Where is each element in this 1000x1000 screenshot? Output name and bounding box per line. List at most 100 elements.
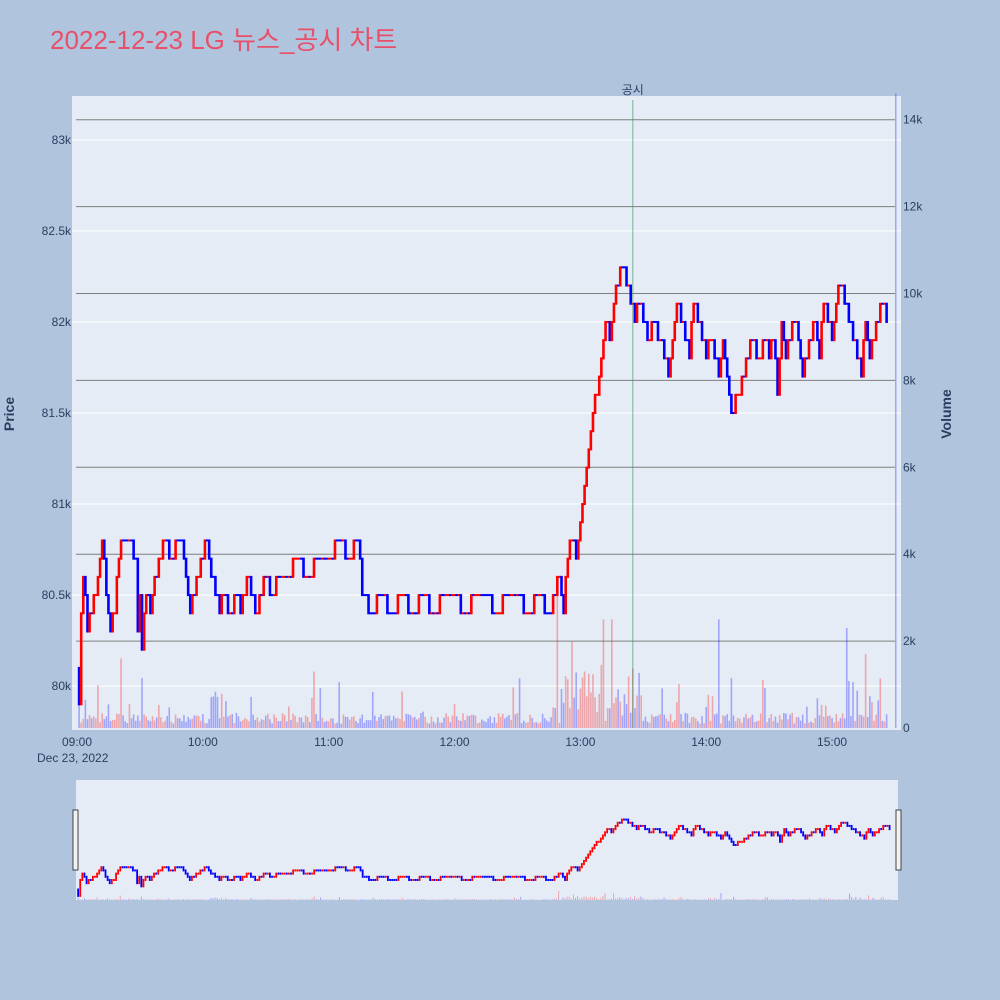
candle [600, 357, 603, 378]
volume-bar [701, 716, 703, 728]
volume-bar [722, 715, 724, 728]
slider-candle [831, 828, 834, 831]
slider-volume-bar [195, 899, 197, 900]
candle [646, 320, 649, 342]
y-tick-label: 82k [52, 315, 72, 329]
range-slider-left-handle[interactable] [72, 809, 79, 871]
slider-candle [587, 853, 590, 859]
candle [625, 266, 628, 287]
slider-candle [616, 821, 619, 827]
volume-bar [747, 718, 749, 728]
volume-bar [227, 716, 229, 728]
slider-candle [317, 869, 320, 872]
slider-volume-bar [231, 899, 233, 900]
slider-candle [561, 872, 564, 878]
slider-volume-bar [227, 899, 229, 900]
candle [102, 539, 106, 560]
slider-volume-bar [585, 896, 587, 900]
slider-volume-bar [621, 898, 623, 900]
slider-candle [420, 875, 423, 878]
volume-bar [669, 714, 672, 728]
candle [579, 521, 582, 542]
slider-volume-bar [490, 899, 492, 900]
slider-candle [629, 821, 632, 824]
candle [707, 339, 710, 360]
slider-candle [237, 875, 240, 878]
slider-volume-bar [735, 899, 737, 900]
slider-volume-bar [237, 899, 239, 900]
slider-volume-bar [92, 899, 94, 900]
slider-candle [776, 831, 779, 837]
slider-candle [416, 878, 419, 881]
slider-volume-bar [745, 899, 747, 900]
volume-bar [422, 711, 424, 728]
slider-candle [104, 869, 107, 878]
volume-bar [657, 715, 659, 728]
volume-bar [145, 716, 148, 728]
slider-volume-bar [454, 898, 456, 900]
volume-bar [680, 713, 682, 728]
y2-tick-label: 8k [903, 373, 917, 387]
candle [195, 575, 198, 597]
volume-bar [596, 711, 598, 728]
volume-bar [447, 716, 450, 728]
slider-candle [772, 831, 775, 837]
volume-bar [734, 721, 737, 728]
slider-volume-bar [579, 898, 581, 900]
slider-candle [121, 866, 124, 869]
volume-bar [860, 715, 863, 728]
slider-volume-bar [159, 899, 161, 900]
volume-bar [334, 723, 336, 728]
slider-candle [254, 875, 257, 881]
volume-bar [365, 720, 368, 728]
slider-candle [226, 875, 229, 881]
candle [769, 339, 773, 360]
volume-bar [468, 716, 471, 728]
volume-bar [462, 713, 464, 728]
slider-candle [424, 875, 427, 878]
slider-volume-bar [686, 899, 688, 900]
slider-candle [861, 834, 864, 837]
volume-bar [248, 721, 250, 728]
slider-volume-bar [872, 897, 874, 900]
slider-candle [422, 875, 425, 878]
volume-bar [822, 716, 825, 728]
candle [262, 575, 265, 597]
slider-candle [338, 866, 341, 869]
slider-candle [218, 875, 221, 881]
slider-volume-bar [880, 898, 882, 900]
slider-volume-bar [307, 899, 309, 900]
slider-volume-bar [572, 894, 574, 900]
slider-volume-bar [602, 895, 604, 900]
candle [832, 320, 836, 342]
volume-bar [801, 714, 804, 728]
volume-bar [327, 721, 330, 728]
slider-volume-bar [383, 899, 385, 900]
slider-candle [633, 824, 636, 827]
slider-volume-bar [448, 899, 450, 900]
volume-bar [808, 722, 810, 728]
range-slider-right-handle[interactable] [895, 809, 902, 871]
slider-candle [283, 872, 286, 875]
slider-volume-bar [741, 899, 743, 900]
slider-candle [239, 875, 242, 881]
slider-candle [658, 828, 661, 834]
candle [885, 302, 888, 323]
candle [226, 594, 230, 615]
candle [740, 375, 744, 396]
volume-bar [594, 697, 596, 728]
slider-candle [144, 875, 147, 881]
slider-candle [846, 821, 849, 827]
candle [207, 539, 211, 560]
range-slider[interactable] [76, 780, 898, 900]
candle [360, 557, 364, 597]
y-axis-ticks: 80k 80.5k 81k 81.5k 82k 82.5k 83k [42, 133, 72, 693]
slider-candle [673, 831, 676, 837]
slider-candle [372, 878, 375, 881]
slider-candle [134, 869, 136, 872]
slider-volume-bar [197, 899, 199, 900]
volume-bar [220, 693, 223, 728]
slider-volume-bar [562, 897, 564, 900]
slider-volume-bar [254, 899, 256, 900]
volume-bar [233, 723, 236, 728]
